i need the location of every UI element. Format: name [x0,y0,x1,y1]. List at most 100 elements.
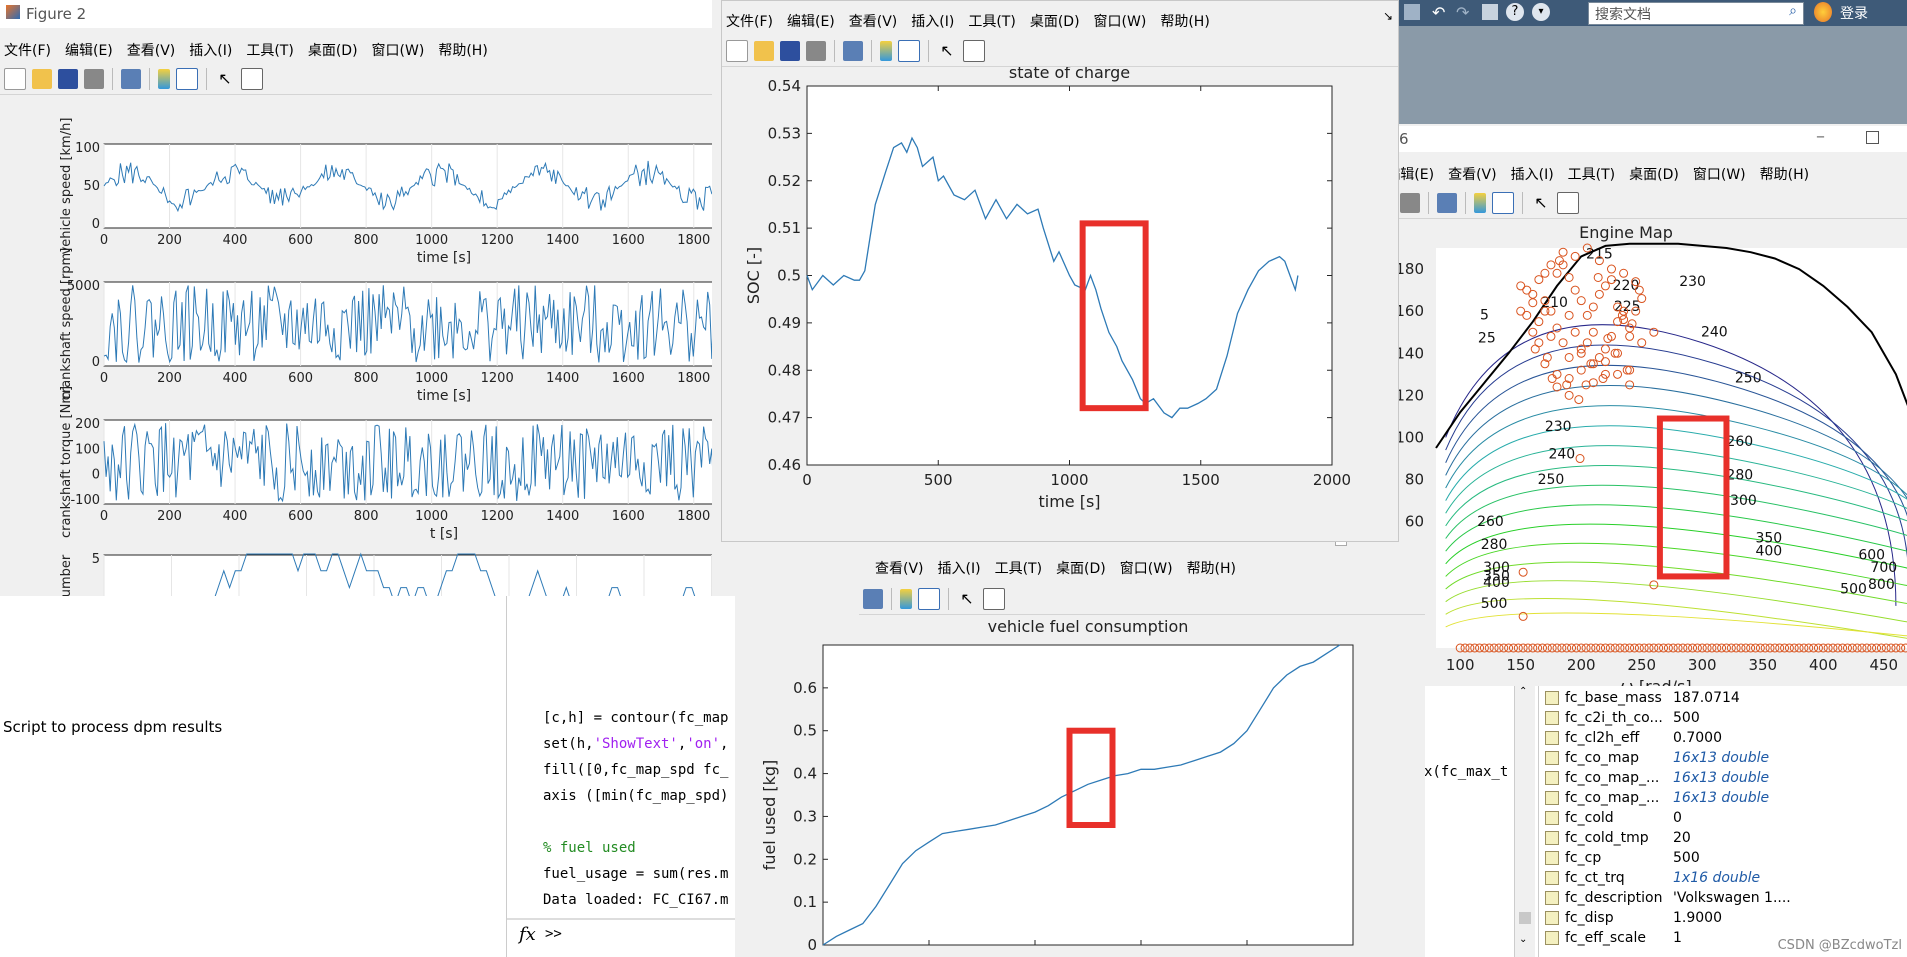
workspace-row[interactable]: fc_c2i_th_co... 500 [1539,708,1899,728]
menu-tools[interactable]: 工具(T) [246,40,293,60]
menu-help[interactable]: 帮助(H) [438,40,487,60]
property-editor-icon[interactable] [241,68,263,90]
search-icon[interactable]: ⌕ [1789,3,1797,19]
figure6-window[interactable]: igure 6 – E) 编辑(E) 查看(V) 插入(I) 工具(T) 桌面(… [1353,126,1907,686]
scroll-thumb[interactable] [1519,912,1531,924]
menu-help[interactable]: 帮助(H) [1760,164,1809,184]
menu-edit[interactable]: 编辑(E) [65,40,113,60]
workspace-row[interactable]: fc_disp 1.9000 [1539,908,1899,928]
link-plot-icon[interactable] [121,69,141,89]
menu-view[interactable]: 查看(V) [1448,164,1497,184]
print-icon[interactable] [84,69,104,89]
menu-desktop[interactable]: 桌面(D) [1629,164,1679,184]
redo-icon[interactable]: ↷ [1456,3,1469,22]
link-plot-icon[interactable] [1437,193,1457,213]
menu-desktop[interactable]: 桌面(D) [308,40,358,60]
workspace-row[interactable]: fc_base_mass 187.0714 [1539,688,1899,708]
code-line[interactable]: fill([0,fc_map_spd fc_ [543,762,728,778]
print-icon[interactable] [806,41,826,61]
undo-icon[interactable]: ↶ [1432,3,1445,22]
workspace-row[interactable]: fc_ct_trq 1x16 double [1539,868,1899,888]
menu-file[interactable]: 文件(F) [726,11,773,31]
print-icon[interactable] [1400,193,1420,213]
new-figure-icon[interactable] [4,68,26,90]
menu-window[interactable]: 窗口(W) [1120,558,1173,578]
scroll-up-icon[interactable]: ⌃ [1519,686,1527,697]
menu-help[interactable]: 帮助(H) [1160,11,1209,31]
menu-view[interactable]: 查看(V) [127,40,176,60]
search-documentation-input[interactable]: 搜索文档 ⌕ [1588,2,1804,25]
link-plot-icon[interactable] [863,589,883,609]
menu-insert[interactable]: 插入(I) [1511,164,1554,184]
menu-help[interactable]: 帮助(H) [1187,558,1236,578]
figure2-titlebar[interactable]: Figure 2 [0,0,712,28]
minimize-icon[interactable]: – [1816,126,1825,147]
property-editor-icon[interactable] [983,588,1005,610]
scroll-down-icon[interactable]: ⌄ [1519,934,1527,945]
notification-bell-icon[interactable] [1814,2,1832,22]
legend-icon[interactable] [918,588,940,610]
code-line[interactable]: Data loaded: FC_CI67.m [543,892,728,908]
save-icon[interactable] [780,41,800,61]
menu-insert[interactable]: 插入(I) [938,558,981,578]
workspace-row[interactable]: fc_cl2h_eff 0.7000 [1539,728,1899,748]
property-editor-icon[interactable] [963,40,985,62]
code-line[interactable]: fuel_usage = sum(res.m [543,866,728,882]
dropdown-icon[interactable]: ▾ [1532,3,1550,21]
workspace-row[interactable]: fc_cp 500 [1539,848,1899,868]
menu-tools[interactable]: 工具(T) [995,558,1042,578]
workspace-scroll[interactable]: ⌃ ⌄ [1514,680,1535,957]
menu-tools[interactable]: 工具(T) [1568,164,1615,184]
colorbar-icon[interactable] [158,69,170,89]
colorbar-icon[interactable] [1474,193,1486,213]
new-figure-icon[interactable] [726,40,748,62]
pointer-icon[interactable]: ↖ [215,69,235,89]
link-plot-icon[interactable] [843,41,863,61]
menu-desktop[interactable]: 桌面(D) [1030,11,1080,31]
code-line[interactable]: set(h,'ShowText','on', [543,736,728,752]
menu-desktop[interactable]: 桌面(D) [1056,558,1106,578]
menu-window[interactable]: 窗口(W) [1094,11,1147,31]
legend-icon[interactable] [176,68,198,90]
menu-view[interactable]: 查看(V) [849,11,898,31]
menu-edit[interactable]: 编辑(E) [787,11,835,31]
colorbar-icon[interactable] [900,589,912,609]
pointer-icon[interactable]: ↖ [1531,193,1551,213]
menu-view[interactable]: 查看(V) [875,558,924,578]
pointer-icon[interactable]: ↖ [957,589,977,609]
workspace-row[interactable]: fc_description 'Volkswagen 1.... [1539,888,1899,908]
property-editor-icon[interactable] [1557,192,1579,214]
soc-figure-window[interactable]: 文件(F) 编辑(E) 查看(V) 插入(I) 工具(T) 桌面(D) 窗口(W… [721,0,1399,542]
code-line[interactable]: axis ([min(fc_map_spd) [543,788,728,804]
fuel-figure-window[interactable]: 查看(V) 插入(I) 工具(T) 桌面(D) 窗口(W) 帮助(H) ↖ ve… [735,540,1425,957]
legend-icon[interactable] [1492,192,1514,214]
open-folder-icon[interactable] [32,69,52,89]
code-line[interactable]: % fuel used [543,840,636,856]
workspace-row[interactable]: fc_co_map 16x13 double [1539,748,1899,768]
help-icon[interactable]: ? [1506,3,1524,21]
figure2-window[interactable]: Figure 2 文件(F) 编辑(E) 查看(V) 插入(I) 工具(T) 桌… [0,0,712,596]
save-all-icon[interactable] [1404,4,1420,20]
workspace-row[interactable]: fc_co_map_... 16x13 double [1539,768,1899,788]
code-line[interactable]: [c,h] = contour(fc_map [543,710,728,726]
command-prompt[interactable]: >> [545,926,562,942]
menu-window[interactable]: 窗口(W) [372,40,425,60]
menu-window[interactable]: 窗口(W) [1693,164,1746,184]
menu-file[interactable]: 文件(F) [4,40,51,60]
workspace-row[interactable]: fc_cold 0 [1539,808,1899,828]
workspace-row[interactable]: fc_cold_tmp 20 [1539,828,1899,848]
menu-insert[interactable]: 插入(I) [189,40,232,60]
maximize-icon[interactable] [1866,131,1879,144]
menu-insert[interactable]: 插入(I) [911,11,954,31]
dock-arrow-icon[interactable]: ↘ [1383,9,1393,23]
menu-tools[interactable]: 工具(T) [968,11,1015,31]
pointer-icon[interactable]: ↖ [937,41,957,61]
switch-windows-icon[interactable] [1482,4,1498,20]
open-folder-icon[interactable] [754,41,774,61]
login-link[interactable]: 登录 [1840,3,1868,23]
save-icon[interactable] [58,69,78,89]
colorbar-icon[interactable] [880,41,892,61]
workspace-row[interactable]: fc_co_map_... 16x13 double [1539,788,1899,808]
legend-icon[interactable] [898,40,920,62]
figure6-titlebar[interactable]: igure 6 – [1354,126,1907,152]
